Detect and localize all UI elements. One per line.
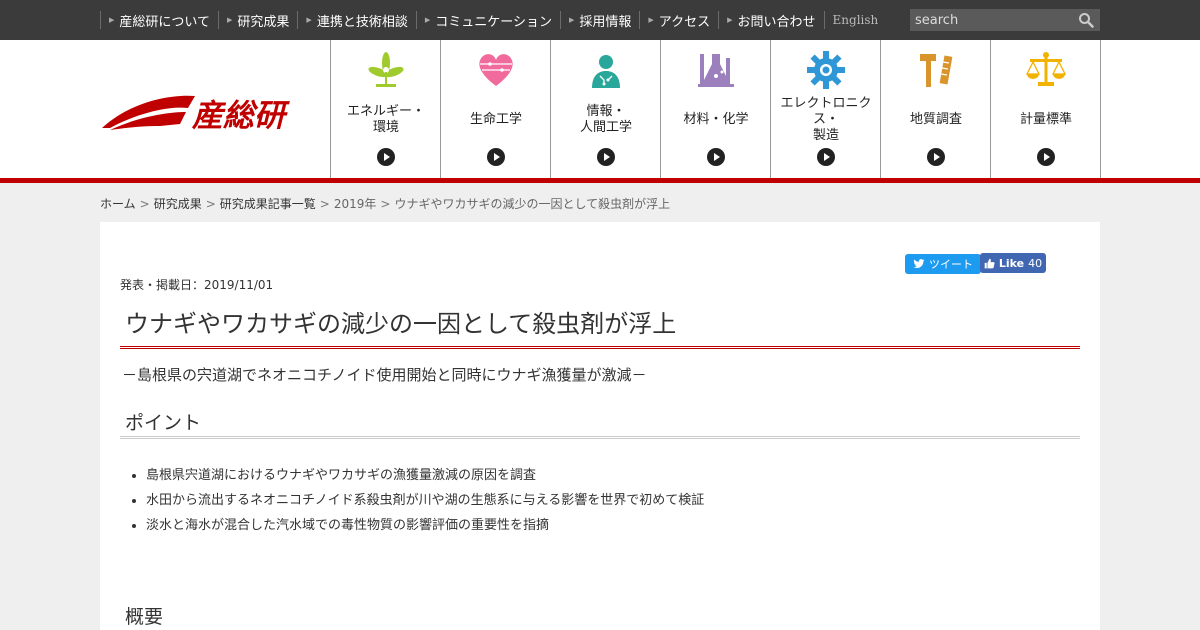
english-link[interactable]: English: [823, 11, 878, 29]
top-nav-contact[interactable]: ▶ お問い合わせ: [718, 11, 823, 30]
balance-scale-icon: [1026, 52, 1066, 86]
top-nav: ▶ 産総研について ▶ 研究成果 ▶ 連携と技術相談 ▶ コミュニケーション ▶ 採用情報…: [100, 0, 878, 40]
category-label: エネルギー・ 環境: [346, 104, 425, 135]
category-nav: エネルギー・ 環境 生命工学 情報・ 人間工学 材料・化学 エレクトロニクス・ …: [330, 40, 1101, 178]
category-label: エレクトロニクス・ 製造: [780, 96, 872, 143]
breadcrumb: ホーム > 研究成果 > 研究成果記事一覧 >2019年 > ウナギやワカサギの減少の一因とし…: [100, 197, 671, 211]
category-life-science[interactable]: 生命工学: [441, 40, 551, 178]
thumbs-up-icon: [984, 258, 995, 268]
category-label: 材料・化学: [683, 112, 749, 127]
play-icon: [377, 148, 395, 166]
play-icon: [597, 148, 615, 166]
category-materials-chemistry[interactable]: 材料・化学: [661, 40, 771, 178]
points-list: 島根県宍道湖におけるウナギやワカサギの漁獲量激減の原因を調査 水田から流出するネ…: [146, 467, 704, 542]
category-geological-survey[interactable]: 地質調査: [881, 40, 991, 178]
list-item: 淡水と海水が混合した汽水域での毒性物質の影響評価の重要性を指摘: [146, 517, 704, 542]
top-nav-research-results[interactable]: ▶ 研究成果: [218, 11, 297, 30]
play-icon: [927, 148, 945, 166]
category-label: 情報・ 人間工学: [579, 104, 632, 135]
category-label: 地質調査: [909, 112, 962, 127]
hammer-icon: [920, 54, 953, 87]
play-icon: [817, 148, 835, 166]
facebook-like-button[interactable]: Like 40: [980, 253, 1046, 273]
flask-icon: [698, 54, 734, 87]
top-nav-about[interactable]: ▶ 産総研について: [100, 11, 218, 30]
top-nav-access[interactable]: ▶ アクセス: [639, 11, 718, 30]
search-box: [910, 9, 1100, 31]
play-icon: [487, 148, 505, 166]
list-item: 水田から流出するネオニコチノイド系殺虫剤が川や湖の生態系に与える影響を世界で初め…: [146, 492, 704, 517]
tweet-button[interactable]: ツイート: [905, 254, 981, 274]
search-icon[interactable]: [1078, 12, 1094, 28]
twitter-bird-icon: [913, 259, 925, 269]
aist-logo[interactable]: 産総研: [100, 92, 310, 134]
top-nav-collaboration[interactable]: ▶ 連携と技術相談: [297, 11, 415, 30]
header-red-rule: [0, 178, 1200, 183]
category-label: 生命工学: [469, 112, 522, 127]
play-icon: [707, 148, 725, 166]
wind-turbine-icon: [368, 52, 404, 87]
top-nav-recruit[interactable]: ▶ 採用情報: [559, 11, 639, 30]
category-label: 計量標準: [1019, 112, 1072, 127]
human-circuit-icon: [592, 55, 620, 88]
breadcrumb-current: ウナギやワカサギの減少の一因として殺虫剤が浮上: [394, 197, 671, 211]
points-divider: [120, 436, 1080, 439]
category-metrology[interactable]: 計量標準: [991, 40, 1101, 178]
list-item: 島根県宍道湖におけるウナギやワカサギの漁獲量激減の原因を調査: [146, 467, 704, 492]
svg-text:産総研: 産総研: [191, 98, 290, 134]
points-heading: ポイント: [125, 412, 202, 434]
breadcrumb-results-list[interactable]: 研究成果記事一覧: [220, 197, 316, 211]
breadcrumb-research-results[interactable]: 研究成果: [154, 197, 202, 211]
article-content: ツイート Like 40 発表・掲載日：2019/11/01 ウナギやワカサギの…: [100, 222, 1100, 630]
top-nav-communication[interactable]: ▶ コミュニケーション: [415, 11, 560, 30]
article-subtitle: －島根県の宍道湖でネオニコチノイド使用開始と同時にウナギ漁獲量が激減－: [122, 366, 647, 384]
like-count: 40: [1028, 256, 1043, 270]
category-energy-environment[interactable]: エネルギー・ 環境: [331, 40, 441, 178]
category-information-human[interactable]: 情報・ 人間工学: [551, 40, 661, 178]
publish-date: 発表・掲載日：2019/11/01: [120, 278, 274, 292]
category-electronics-manufacturing[interactable]: エレクトロニクス・ 製造: [771, 40, 881, 178]
breadcrumb-home[interactable]: ホーム: [100, 197, 136, 211]
play-icon: [1037, 148, 1055, 166]
gear-icon: [807, 51, 845, 89]
article-title: ウナギやワカサギの減少の一因として殺虫剤が浮上: [125, 310, 677, 338]
title-divider: [120, 346, 1080, 349]
search-input[interactable]: [910, 9, 1075, 31]
breadcrumb-year[interactable]: 2019年: [334, 197, 377, 211]
heart-icon: [479, 54, 513, 86]
top-bar: ▶ 産総研について ▶ 研究成果 ▶ 連携と技術相談 ▶ コミュニケーション ▶ 採用情報…: [0, 0, 1200, 40]
overview-heading: 概要: [125, 606, 164, 628]
